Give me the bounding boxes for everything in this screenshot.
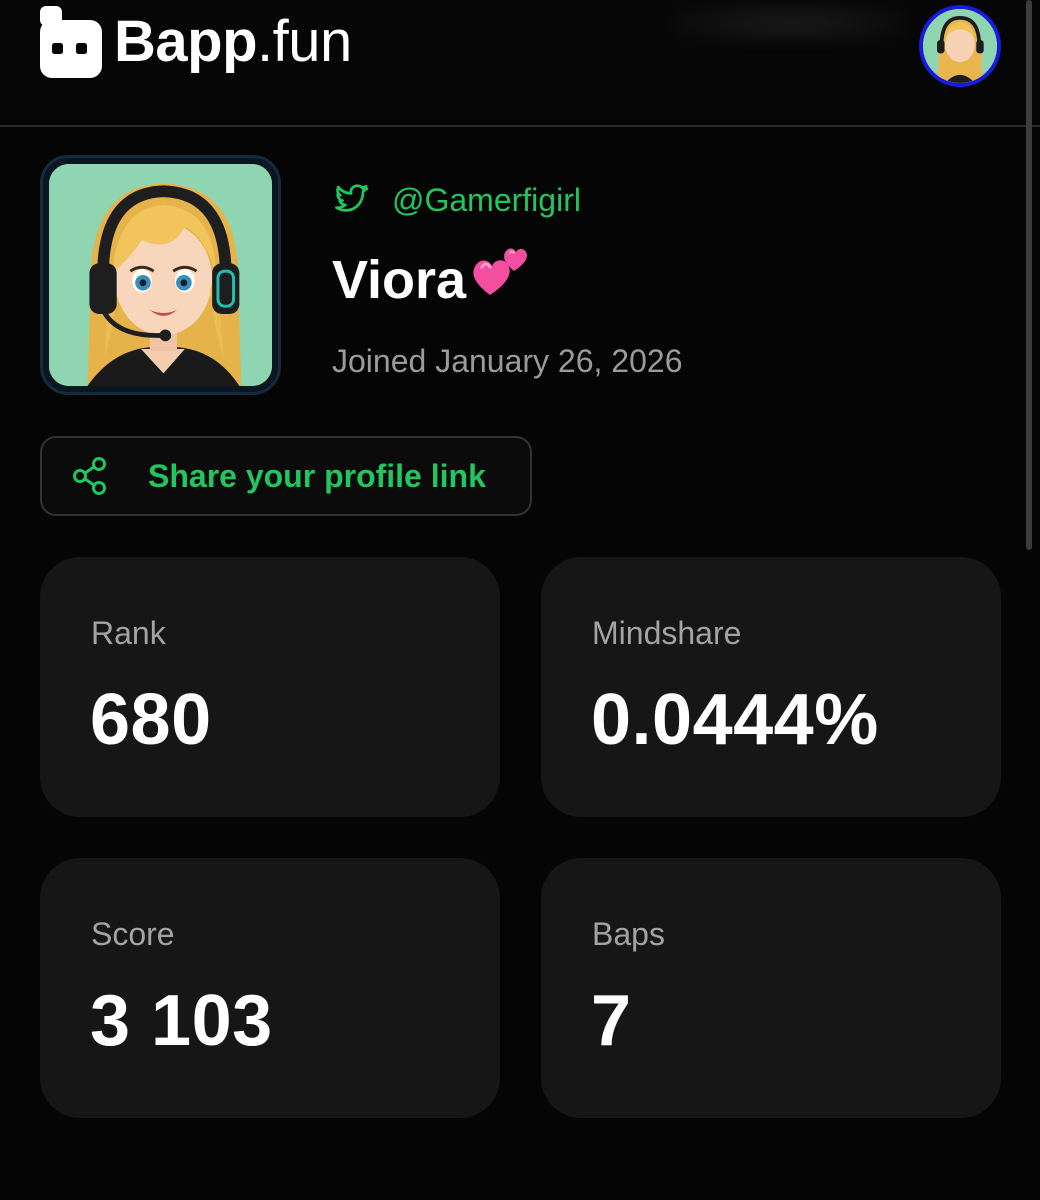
stat-card-rank: Rank 680 (40, 557, 500, 817)
avatar-illustration (49, 164, 272, 386)
bapp-logo-icon (40, 6, 102, 78)
two-hearts-emoji (473, 248, 528, 295)
stat-label: Mindshare (592, 615, 742, 651)
profile-avatar (40, 155, 281, 395)
stat-value: 0.0444% (591, 680, 879, 760)
blurred-region (670, 0, 910, 46)
stat-label: Score (91, 916, 175, 952)
stat-label: Baps (592, 916, 665, 952)
twitter-handle-link[interactable]: @Gamerfigirl (332, 180, 581, 220)
stat-card-baps: Baps 7 (541, 858, 1001, 1118)
logo-text-bold: Bapp (114, 9, 258, 74)
stat-value: 3 103 (90, 981, 273, 1061)
display-name: Viora (332, 245, 532, 315)
share-profile-button[interactable]: Share your profile link (40, 436, 532, 516)
stat-card-mindshare: Mindshare 0.0444% (541, 557, 1001, 817)
display-name-text: Viora (332, 250, 467, 310)
stat-card-score: Score 3 103 (40, 858, 500, 1118)
stat-label: Rank (91, 615, 166, 651)
stat-value: 680 (90, 680, 212, 760)
site-logo[interactable]: Bapp.fun (40, 6, 352, 78)
twitter-icon (335, 184, 369, 212)
stat-value: 7 (591, 981, 632, 1061)
profile-page: Bapp.fun @Gamerfigirl Viora Joined Janua… (0, 0, 1040, 1200)
twitter-handle: @Gamerfigirl (392, 181, 581, 218)
top-bar: Bapp.fun (0, 0, 1040, 127)
profile-avatar-image (49, 164, 272, 386)
share-icon (73, 457, 106, 495)
joined-date: Joined January 26, 2026 (332, 343, 683, 379)
share-profile-label: Share your profile link (148, 457, 486, 494)
avatar-image (923, 9, 997, 83)
logo-text-suffix: .fun (257, 9, 352, 74)
logo-text: Bapp.fun (114, 6, 352, 78)
user-avatar-button[interactable] (919, 5, 1001, 87)
scrollbar-thumb[interactable] (1026, 0, 1032, 550)
